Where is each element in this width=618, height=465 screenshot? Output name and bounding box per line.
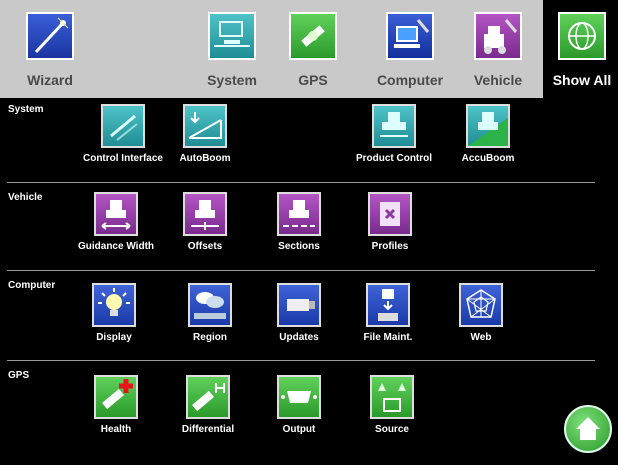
output-button[interactable]: Output	[249, 375, 349, 435]
display-label: Display	[96, 332, 132, 343]
gps-label: GPS	[298, 72, 328, 88]
system-label: System	[207, 72, 257, 88]
satellite-icon	[289, 12, 337, 60]
vehicle-icon	[474, 12, 522, 60]
guidance-width-button[interactable]: Guidance Width	[66, 192, 166, 252]
computer-button[interactable]: Computer	[370, 12, 450, 96]
file-maint-label: File Maint.	[363, 332, 413, 343]
source-label: Source	[375, 424, 409, 435]
section-divider	[7, 270, 595, 271]
home-button[interactable]	[564, 405, 612, 453]
section-divider	[7, 360, 595, 361]
sections-button[interactable]: Sections	[249, 192, 349, 252]
differential-button[interactable]: Differential	[158, 375, 258, 435]
autoboom-label: AutoBoom	[179, 153, 231, 164]
wizard-button[interactable]: Wizard	[16, 12, 84, 96]
vehicle-button[interactable]: Vehicle	[466, 12, 530, 96]
show-all-label: Show All	[552, 72, 612, 88]
differential-icon	[186, 375, 230, 419]
autoboom-icon	[183, 104, 227, 148]
region-label: Region	[193, 332, 227, 343]
home-icon	[576, 417, 600, 440]
display-button[interactable]: Display	[64, 283, 164, 343]
sections-icon	[277, 192, 321, 236]
region-button[interactable]: Region	[160, 283, 260, 343]
profiles-button[interactable]: Profiles	[340, 192, 440, 252]
offsets-icon	[183, 192, 227, 236]
health-label: Health	[100, 424, 132, 435]
accuboom-label: AccuBoom	[461, 153, 515, 164]
source-button[interactable]: Source	[342, 375, 442, 435]
section-label-gps: GPS	[8, 370, 30, 381]
guidance-width-icon	[94, 192, 138, 236]
spider-web-icon	[459, 283, 503, 327]
control-interface-icon	[101, 104, 145, 148]
product-control-label: Product Control	[355, 153, 433, 164]
file-transfer-icon	[366, 283, 410, 327]
usb-drive-icon	[277, 283, 321, 327]
accuboom-icon	[466, 104, 510, 148]
region-icon	[188, 283, 232, 327]
output-label: Output	[282, 424, 316, 435]
section-divider	[7, 182, 595, 183]
product-control-icon	[372, 104, 416, 148]
guidance-width-label: Guidance Width	[77, 241, 155, 252]
health-icon	[94, 375, 138, 419]
differential-label: Differential	[181, 424, 235, 435]
vehicle-label: Vehicle	[473, 72, 523, 88]
autoboom-button[interactable]: AutoBoom	[155, 104, 255, 164]
wizard-label: Wizard	[27, 72, 73, 88]
health-button[interactable]: Health	[66, 375, 166, 435]
system-icon	[208, 12, 256, 60]
profiles-label: Profiles	[371, 241, 409, 252]
computer-label: Computer	[376, 72, 444, 88]
globe-icon	[558, 12, 606, 60]
updates-label: Updates	[279, 332, 319, 343]
magic-wand-icon	[26, 12, 74, 60]
computer-icon	[386, 12, 434, 60]
profiles-icon	[368, 192, 412, 236]
system-button[interactable]: System	[202, 12, 262, 96]
offsets-button[interactable]: Offsets	[155, 192, 255, 252]
section-label-computer: Computer	[8, 280, 56, 291]
accuboom-button[interactable]: AccuBoom	[438, 104, 538, 164]
updates-button[interactable]: Updates	[249, 283, 349, 343]
gps-button[interactable]: GPS	[283, 12, 343, 96]
section-label-vehicle: Vehicle	[8, 192, 43, 203]
source-icon	[370, 375, 414, 419]
serial-port-icon	[277, 375, 321, 419]
web-label: Web	[470, 332, 492, 343]
offsets-label: Offsets	[187, 241, 223, 252]
show-all-button[interactable]: Show All	[546, 12, 618, 96]
file-maint-button[interactable]: File Maint.	[338, 283, 438, 343]
section-label-system: System	[8, 104, 44, 115]
product-control-button[interactable]: Product Control	[344, 104, 444, 164]
web-button[interactable]: Web	[431, 283, 531, 343]
sections-label: Sections	[278, 241, 320, 252]
lightbulb-icon	[92, 283, 136, 327]
category-toolbar: Wizard System GPS Computer Vehicle	[0, 0, 543, 98]
